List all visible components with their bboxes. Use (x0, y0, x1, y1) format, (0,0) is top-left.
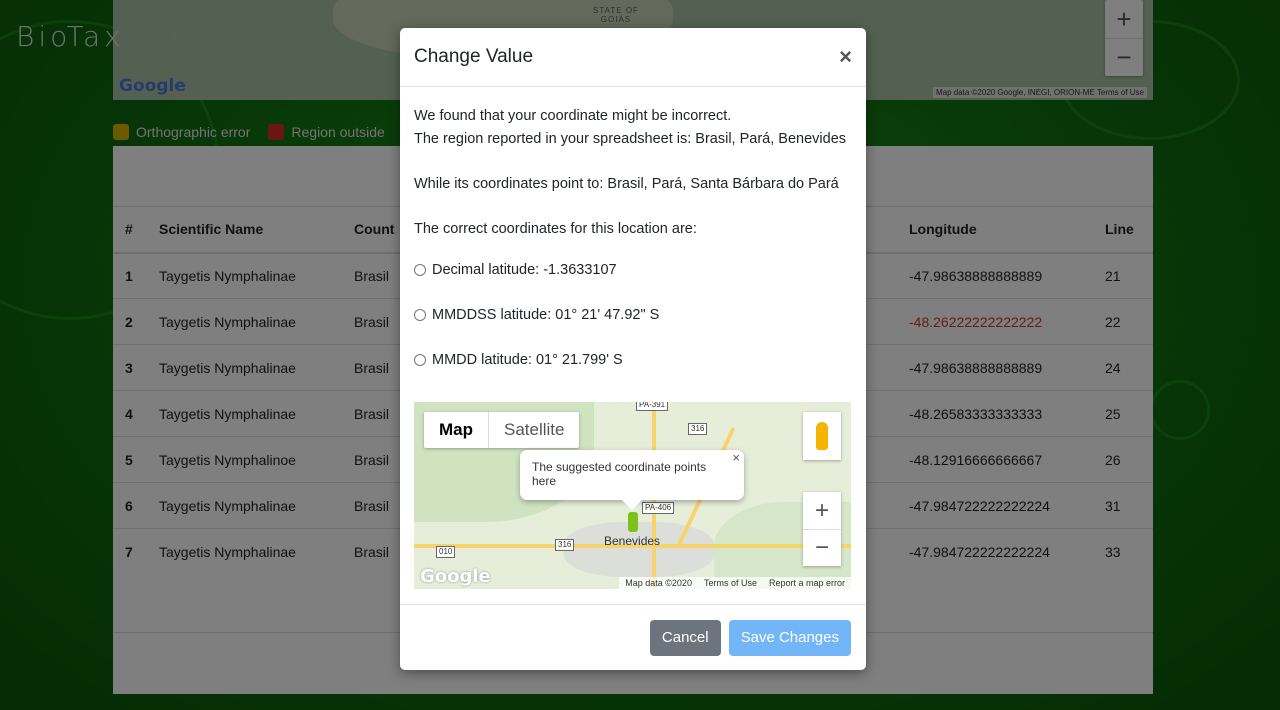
map-city-label: Benevides (604, 534, 661, 548)
change-value-modal: Change Value × We found that your coordi… (400, 28, 866, 670)
mini-map-zoom-control: + − (803, 492, 841, 566)
info-window-text: The suggested coordinate points here (532, 460, 707, 488)
road-shield: PA-406 (642, 502, 675, 514)
radio-decimal-latitude[interactable] (414, 264, 426, 276)
map-type-map-button[interactable]: Map (424, 412, 489, 448)
close-icon[interactable]: × (732, 450, 740, 465)
save-changes-button[interactable]: Save Changes (728, 619, 851, 656)
coordinate-region-text: While its coordinates point to: Brasil, … (414, 175, 839, 192)
map-urban-area (564, 522, 714, 577)
option-label: Decimal latitude: -1.3633107 (432, 261, 617, 278)
map-type-control: Map Satellite (424, 412, 580, 448)
zoom-out-button[interactable]: − (803, 529, 841, 566)
road-shield: PA-391 (636, 402, 669, 411)
road-shield: 316 (555, 539, 575, 551)
radio-mmddss-latitude[interactable] (414, 309, 426, 321)
credit-report-link[interactable]: Report a map error (769, 578, 845, 588)
mini-map-credits: Map data ©2020 Terms of Use Report a map… (619, 577, 851, 589)
modal-footer: Cancel Save Changes (400, 604, 866, 670)
close-icon[interactable]: × (839, 46, 852, 68)
pegman-icon[interactable] (803, 412, 841, 460)
map-type-satellite-button[interactable]: Satellite (489, 412, 579, 448)
credit-terms-link[interactable]: Terms of Use (704, 578, 757, 588)
option-mmdd-latitude[interactable]: MMDD latitude: 01° 21.799' S (414, 349, 852, 371)
option-label: MMDD latitude: 01° 21.799' S (432, 351, 623, 368)
option-label: MMDDSS latitude: 01° 21' 47.92" S (432, 306, 660, 323)
zoom-in-button[interactable]: + (803, 492, 841, 529)
road-shield: 316 (688, 423, 708, 435)
credit-map-data: Map data ©2020 (625, 578, 692, 588)
option-decimal-latitude[interactable]: Decimal latitude: -1.3633107 (414, 259, 852, 281)
map-pin-icon[interactable] (628, 512, 638, 532)
google-logo: Google (420, 566, 491, 587)
modal-title: Change Value (414, 46, 534, 67)
modal-body: We found that your coordinate might be i… (400, 87, 866, 371)
correct-coordinates-heading: The correct coordinates for this locatio… (414, 220, 697, 237)
option-mmddss-latitude[interactable]: MMDDSS latitude: 01° 21' 47.92" S (414, 304, 852, 326)
map-info-window: The suggested coordinate points here × (520, 450, 744, 510)
road-shield: 010 (436, 546, 456, 558)
reported-region-text: The region reported in your spreadsheet … (414, 130, 847, 147)
warning-text: We found that your coordinate might be i… (414, 108, 732, 124)
suggestion-map[interactable]: PA-391 316 PA-406 316 010 Benevides Map … (414, 402, 851, 589)
radio-mmdd-latitude[interactable] (414, 354, 426, 366)
modal-header: Change Value × (400, 28, 866, 87)
cancel-button[interactable]: Cancel (649, 619, 721, 656)
